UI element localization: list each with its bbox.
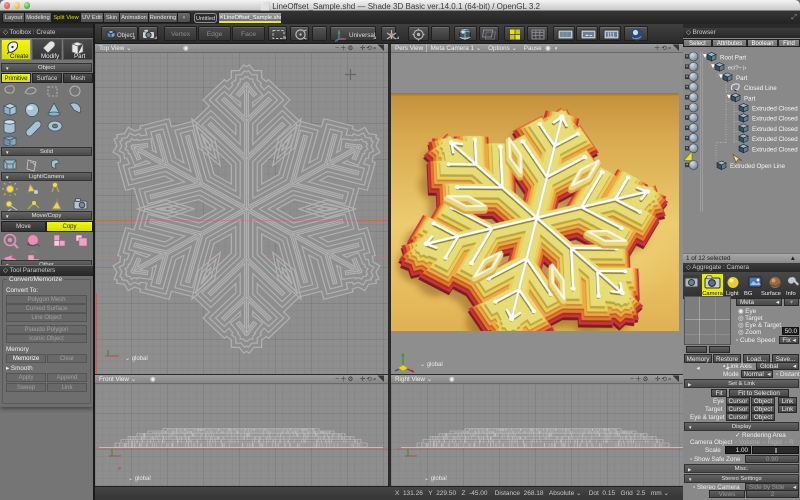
svg-text:Part: Part bbox=[74, 53, 86, 60]
svg-text:Part: Part bbox=[736, 75, 748, 82]
svg-text:Extruded Open Line: Extruded Open Line bbox=[730, 163, 786, 170]
svg-text:111: 111 bbox=[607, 33, 615, 39]
svg-text:Closed Line: Closed Line bbox=[744, 85, 777, 92]
svg-text:Extruded Closed: Extruded Closed bbox=[752, 106, 798, 113]
svg-text:Universal: Universal bbox=[349, 32, 375, 39]
svg-text:Modify: Modify bbox=[41, 53, 60, 60]
svg-text:Part: Part bbox=[744, 95, 756, 102]
svg-text:Object: Object bbox=[117, 33, 135, 39]
svg-text:⌄ global: ⌄ global bbox=[125, 356, 148, 362]
svg-text:Extruded Closed: Extruded Closed bbox=[752, 116, 798, 123]
svg-text:Extruded Closed: Extruded Closed bbox=[752, 146, 798, 153]
svg-text:⌄ global: ⌄ global bbox=[424, 476, 447, 482]
svg-text:Create: Create bbox=[10, 53, 29, 60]
svg-text:ec/?~ |›: ec/?~ |› bbox=[728, 66, 747, 72]
svg-text:Root Part: Root Part bbox=[720, 55, 746, 62]
svg-text:Extruded Closed: Extruded Closed bbox=[752, 126, 798, 133]
svg-text:Extruded Closed: Extruded Closed bbox=[752, 136, 798, 143]
svg-text:⌄ global: ⌄ global bbox=[128, 476, 151, 482]
